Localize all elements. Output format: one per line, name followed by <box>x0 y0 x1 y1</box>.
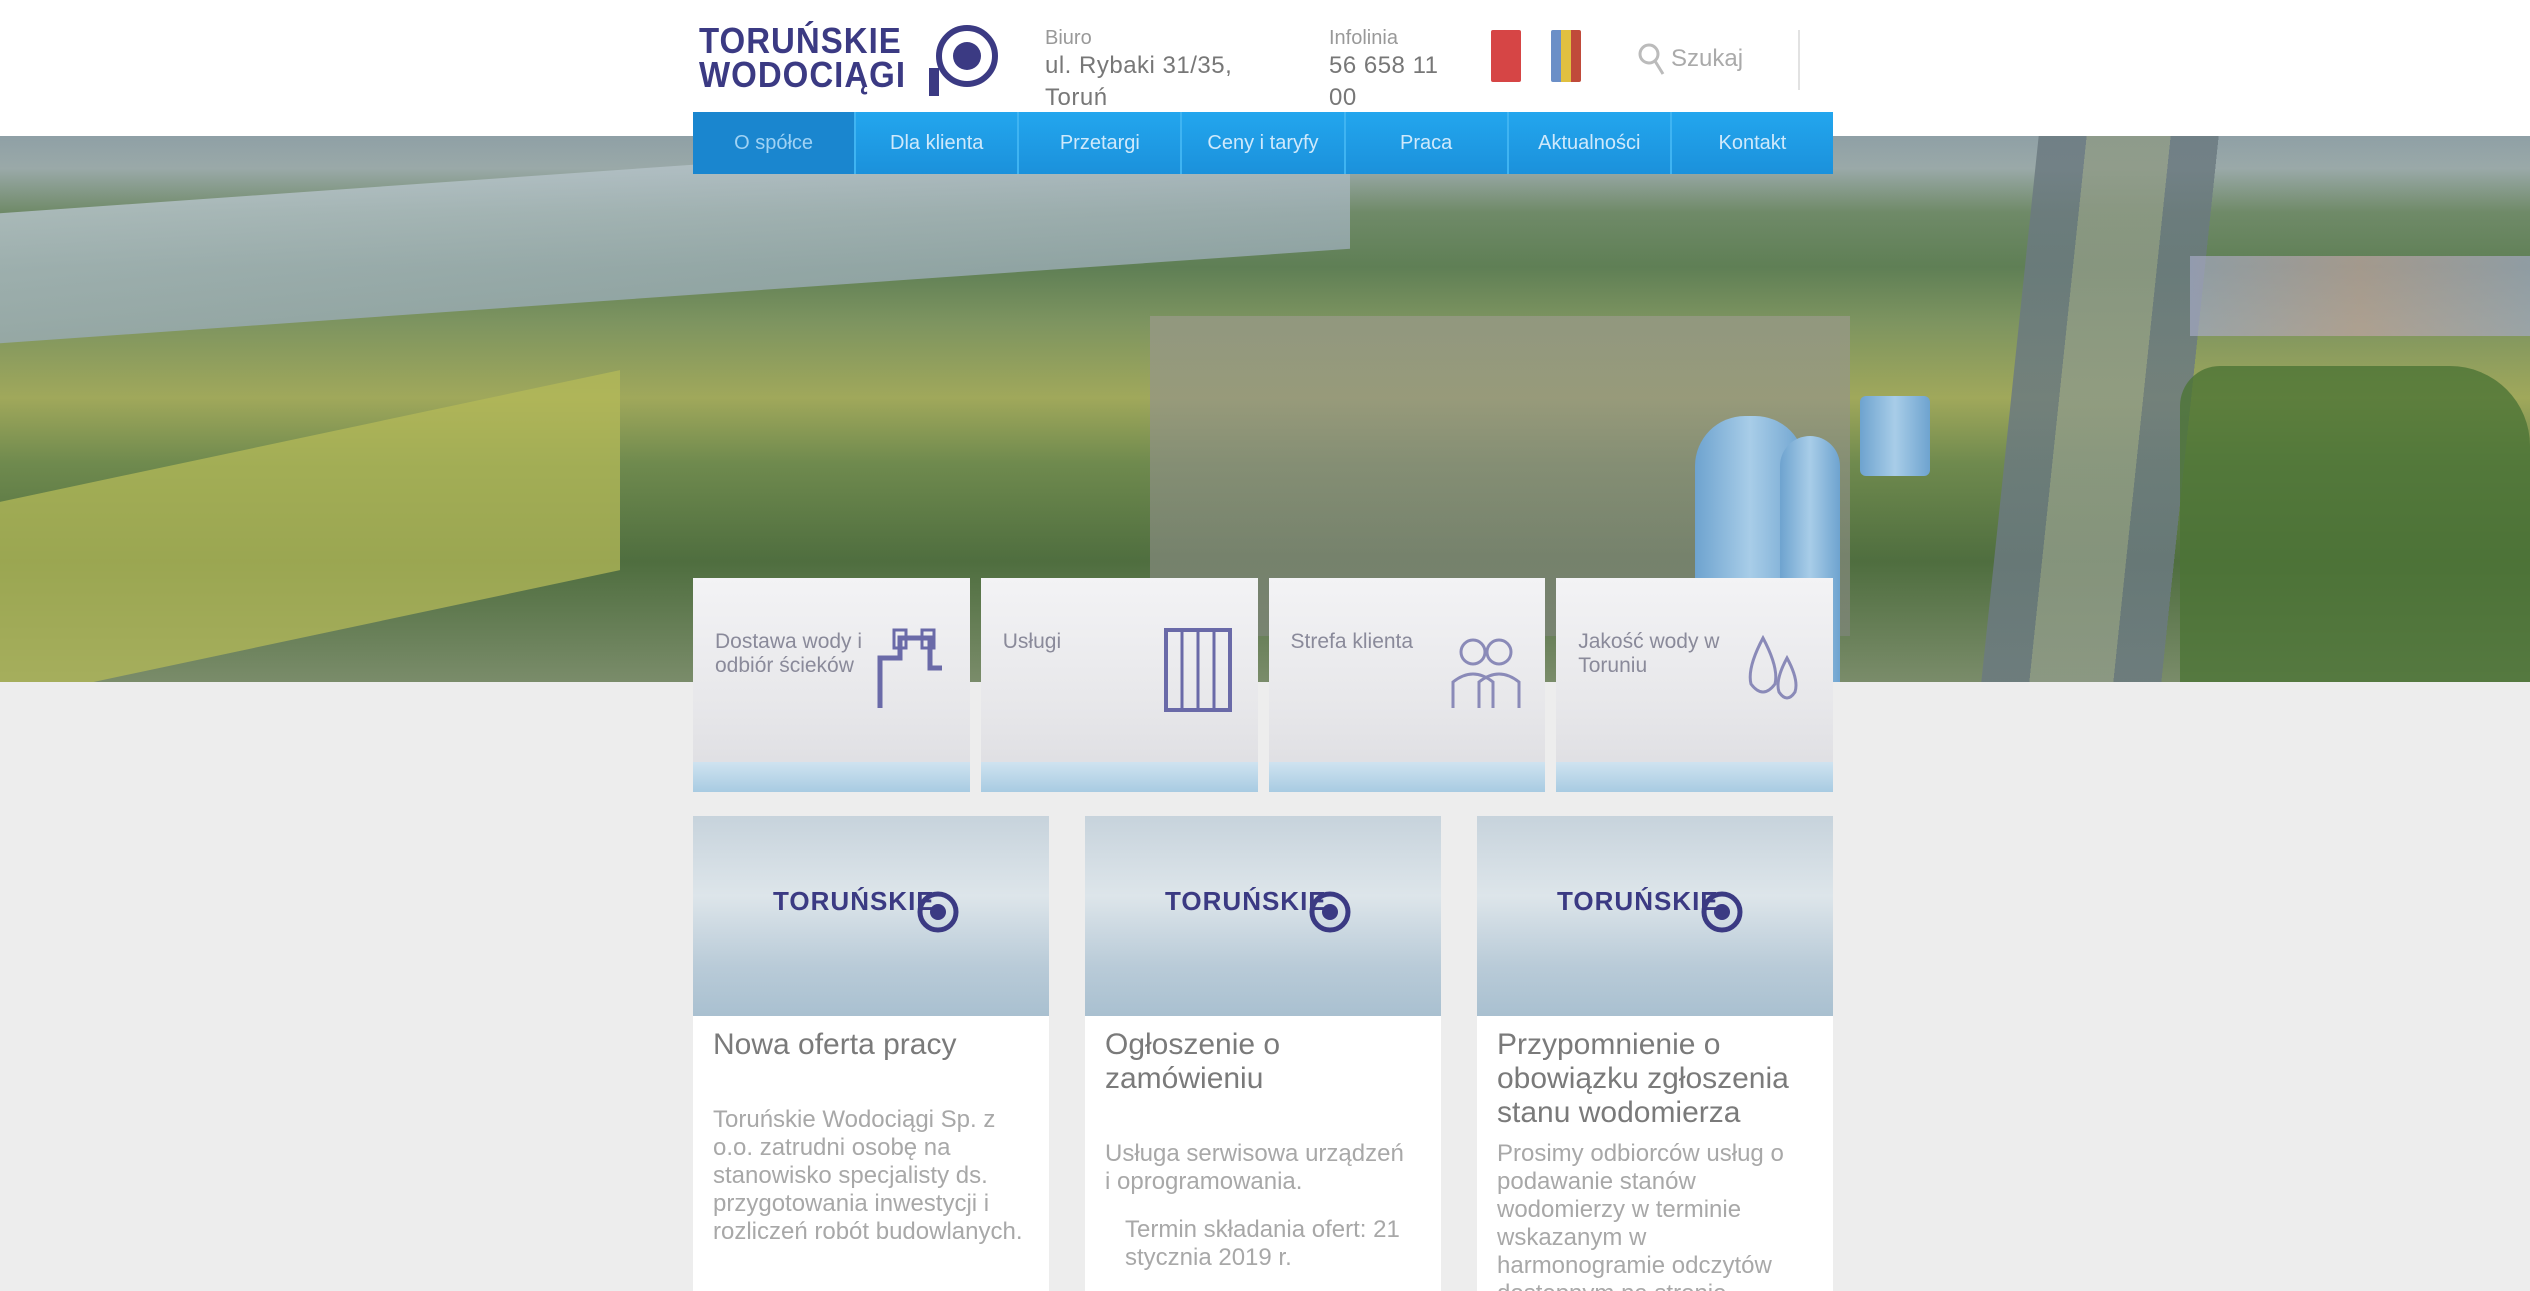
flag-icon-city[interactable] <box>1551 30 1581 82</box>
nav-item-jobs[interactable]: Praca <box>1346 112 1509 174</box>
flag-icon-pl[interactable] <box>1491 30 1521 82</box>
contact-phone-value[interactable]: 56 658 11 00 <box>1329 50 1459 114</box>
hero-tank <box>1860 396 1930 476</box>
emblem-icon <box>917 891 959 933</box>
search-input[interactable] <box>1671 38 1811 80</box>
hero-field <box>0 370 620 682</box>
nav-item-news[interactable]: Aktualności <box>1509 112 1672 174</box>
service-tile-services[interactable]: Usługi <box>980 578 1258 792</box>
logo[interactable]: TORUŃSKIE WODOCIĄGI <box>699 22 906 95</box>
emblem-icon <box>1309 891 1351 933</box>
water-drop-icon <box>1748 634 1798 700</box>
news-image[interactable]: TORUŃSKIE <box>1085 816 1441 1016</box>
news-text: Prosimy odbiorców usług o podawanie stan… <box>1497 1140 1784 1291</box>
hero-town <box>2190 256 2530 336</box>
news-subtext: Termin składania ofert: 21 stycznia 2019… <box>1125 1216 1400 1271</box>
news-text: Toruńskie Wodociągi Sp. z o.o. zatrudni … <box>713 1106 1023 1245</box>
news-title[interactable]: Nowa oferta pracy <box>713 1028 1023 1062</box>
service-tile-supply[interactable]: Dostawa wody i odbiór ścieków <box>693 578 970 792</box>
pipe-icon <box>877 628 942 708</box>
emblem-icon <box>929 25 998 96</box>
header-divider <box>1798 30 1800 90</box>
service-tile-customer[interactable]: Strefa klienta <box>1268 578 1546 792</box>
news-title[interactable]: Ogłoszenie o zamówieniu <box>1105 1028 1415 1096</box>
service-label: Strefa klienta <box>1290 630 1414 653</box>
users-icon <box>1451 638 1521 708</box>
news-image[interactable]: TORUŃSKIE <box>1477 816 1833 1016</box>
nav-item-customer[interactable]: Dla klienta <box>856 112 1020 174</box>
nav-item-tenders[interactable]: Przetargi <box>1019 112 1183 174</box>
news-image-logo: TORUŃSKIE <box>1165 886 1327 916</box>
header-inner: TORUŃSKIE WODOCIĄGI Biuro ul. Rybaki 31/… <box>693 0 1833 112</box>
main-nav: O spółce Dla klienta Przetargi Ceny i ta… <box>693 112 1833 174</box>
news-text: Usługa serwisowa urządzeń i oprogramowan… <box>1105 1140 1404 1195</box>
service-label: Usługi <box>1002 630 1062 653</box>
contact-address-label: Biuro <box>1045 27 1092 49</box>
contact-phone[interactable]: Infolinia 56 658 11 00 <box>1329 26 1459 114</box>
news-title[interactable]: Przypomnienie o obowiązku zgłoszenia sta… <box>1497 1028 1807 1130</box>
hero-trees <box>2180 366 2530 682</box>
news-card: TORUŃSKIE Nowa oferta pracy Toruńskie Wo… <box>693 816 1049 1291</box>
news-card: TORUŃSKIE Przypomnienie o obowiązku zgło… <box>1477 816 1833 1291</box>
service-label: Dostawa wody i odbiór ścieków <box>715 630 863 677</box>
service-tile-water-quality[interactable]: Jakość wody w Toruniu <box>1556 578 1833 792</box>
building-icon <box>1163 628 1232 712</box>
news-image[interactable]: TORUŃSKIE <box>693 816 1049 1016</box>
emblem-icon <box>1701 891 1743 933</box>
news-section: TORUŃSKIE Nowa oferta pracy Toruńskie Wo… <box>693 816 1833 1291</box>
contact-address: Biuro ul. Rybaki 31/35, Toruń <box>1045 26 1285 114</box>
news-image-logo: TORUŃSKIE <box>773 886 935 916</box>
contact-phone-label: Infolinia <box>1329 27 1398 49</box>
logo-line-2: WODOCIĄGI <box>699 54 906 95</box>
news-image-logo: TORUŃSKIE <box>1557 886 1719 916</box>
nav-item-about[interactable]: O spółce <box>693 112 857 174</box>
news-card: TORUŃSKIE Ogłoszenie o zamówieniu Usługa… <box>1085 816 1441 1291</box>
nav-item-prices[interactable]: Ceny i taryfy <box>1182 112 1346 174</box>
nav-item-contact[interactable]: Kontakt <box>1672 112 1833 174</box>
service-tiles: Dostawa wody i odbiór ścieków Usługi Str… <box>693 578 1833 792</box>
contact-address-value: ul. Rybaki 31/35, Toruń <box>1045 52 1233 111</box>
service-label: Jakość wody w Toruniu <box>1578 630 1720 677</box>
search-icon[interactable] <box>1637 40 1665 78</box>
